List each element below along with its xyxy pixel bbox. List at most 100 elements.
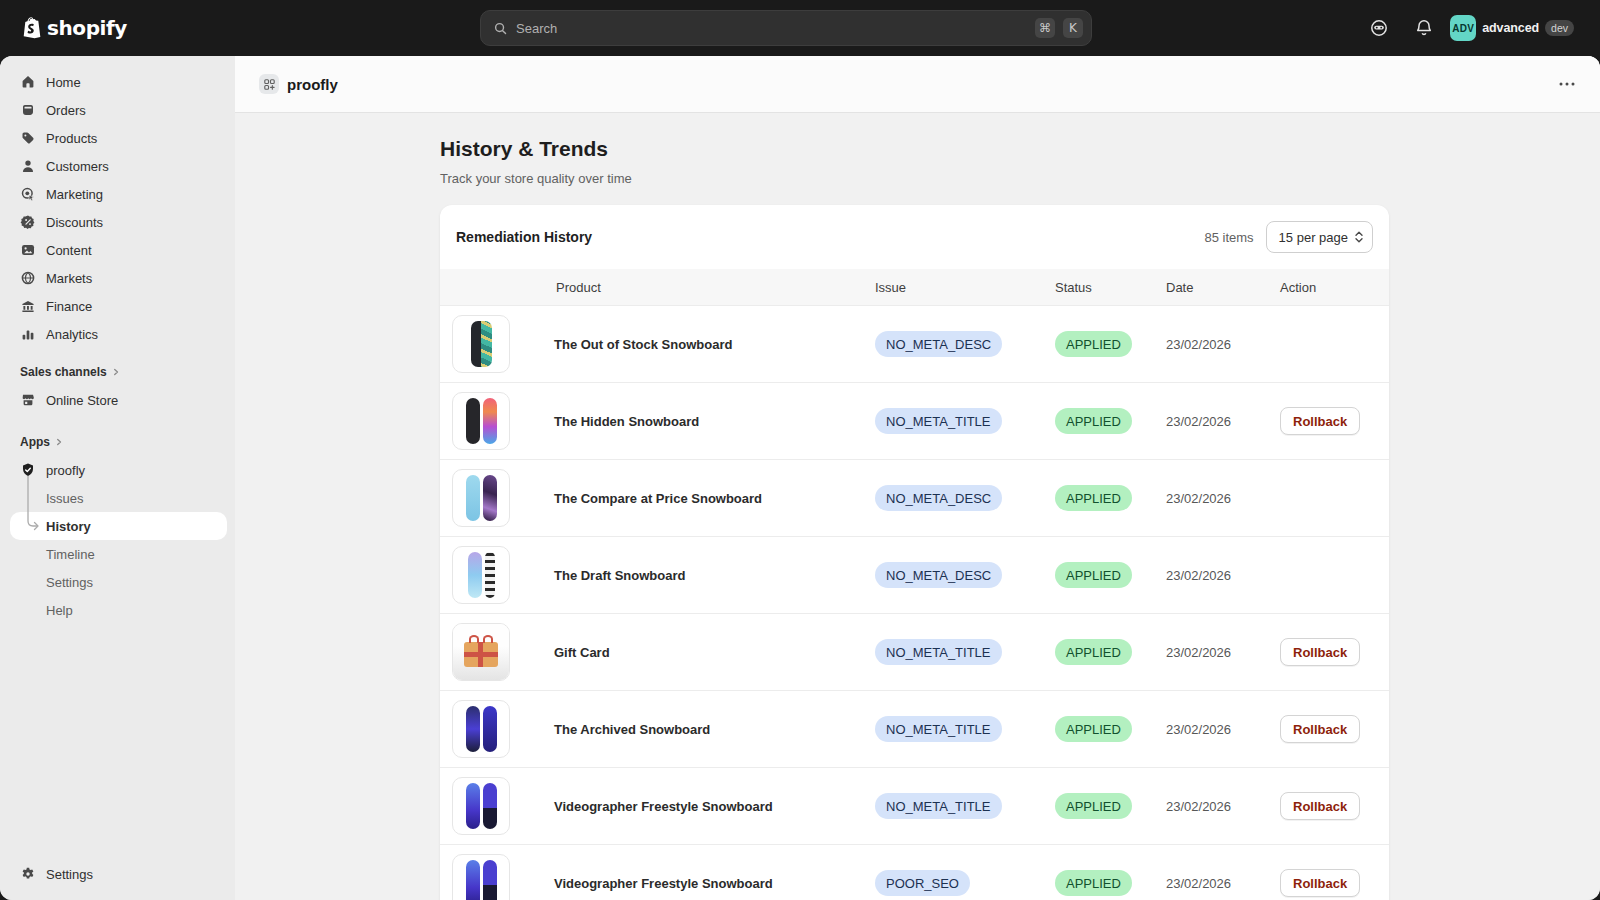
sidebar-item-proofly[interactable]: proofly — [0, 456, 235, 484]
column-header-action: Action — [1280, 280, 1389, 295]
env-badge: dev — [1545, 20, 1574, 36]
issue-badge: NO_META_DESC — [875, 331, 1002, 357]
sidebar-item-label: Analytics — [46, 327, 98, 342]
home-icon — [20, 74, 36, 90]
product-thumbnail — [452, 546, 510, 604]
table-row[interactable]: Gift CardNO_META_TITLEAPPLIED23/02/2026R… — [440, 614, 1389, 691]
status-badge: APPLIED — [1055, 639, 1132, 665]
remediation-date: 23/02/2026 — [1166, 491, 1280, 506]
shopify-bag-icon — [21, 16, 42, 40]
main-area: proofly History & Trends Track your stor… — [235, 56, 1600, 900]
shopify-wordmark: shopify — [47, 16, 127, 40]
sidebar-subitem-help[interactable]: Help — [0, 596, 235, 624]
sidebar-header-sales-channels[interactable]: Sales channels — [0, 358, 235, 386]
table-header: ProductIssueStatusDateAction — [440, 269, 1389, 306]
product-name: The Draft Snowboard — [554, 568, 875, 583]
online-store-label: Online Store — [46, 393, 118, 408]
remediation-date: 23/02/2026 — [1166, 337, 1280, 352]
remediation-date: 23/02/2026 — [1166, 645, 1280, 660]
more-actions-button[interactable] — [1558, 75, 1576, 93]
sidebar-item-content[interactable]: Content — [0, 236, 235, 264]
remediation-date: 23/02/2026 — [1166, 799, 1280, 814]
table-row[interactable]: The Compare at Price SnowboardNO_META_DE… — [440, 460, 1389, 537]
column-header-date: Date — [1166, 280, 1280, 295]
remediation-date: 23/02/2026 — [1166, 568, 1280, 583]
notifications-bell-icon[interactable] — [1414, 18, 1434, 38]
customers-icon — [20, 158, 36, 174]
sidebar-item-products[interactable]: Products — [0, 124, 235, 152]
sidebar-item-marketing[interactable]: Marketing — [0, 180, 235, 208]
product-thumbnail — [452, 623, 510, 681]
product-thumbnail — [452, 469, 510, 527]
rollback-button[interactable]: Rollback — [1280, 715, 1360, 743]
table-row[interactable]: Videographer Freestyle SnowboardNO_META_… — [440, 768, 1389, 845]
table-row[interactable]: The Hidden SnowboardNO_META_TITLEAPPLIED… — [440, 383, 1389, 460]
sidebar-item-markets[interactable]: Markets — [0, 264, 235, 292]
rollback-button[interactable]: Rollback — [1280, 792, 1360, 820]
product-name: Videographer Freestyle Snowboard — [554, 799, 875, 814]
shopify-logo[interactable]: shopify — [21, 16, 127, 40]
sidebar-item-label: Markets — [46, 271, 92, 286]
product-name: The Compare at Price Snowboard — [554, 491, 875, 506]
column-header-status: Status — [1055, 280, 1166, 295]
issue-badge: NO_META_TITLE — [875, 716, 1002, 742]
analytics-icon — [20, 326, 36, 342]
subitem-label: Issues — [46, 491, 84, 506]
chevron-right-icon — [112, 368, 120, 376]
discounts-icon — [20, 214, 36, 230]
rollback-button[interactable]: Rollback — [1280, 407, 1360, 435]
table-row[interactable]: The Archived SnowboardNO_META_TITLEAPPLI… — [440, 691, 1389, 768]
table-row[interactable]: The Out of Stock SnowboardNO_META_DESCAP… — [440, 306, 1389, 383]
subitem-label: Help — [46, 603, 73, 618]
search-input[interactable]: Search ⌘ K — [480, 10, 1092, 46]
product-thumbnail — [452, 854, 510, 900]
sidebar-subitem-timeline[interactable]: Timeline — [0, 540, 235, 568]
product-name: The Out of Stock Snowboard — [554, 337, 875, 352]
subitem-label: History — [46, 519, 91, 534]
app-header: proofly — [235, 56, 1600, 113]
kbd-command: ⌘ — [1035, 18, 1055, 38]
sidebar-item-discounts[interactable]: Discounts — [0, 208, 235, 236]
issue-badge: NO_META_TITLE — [875, 639, 1002, 665]
sidebar-item-settings[interactable]: Settings — [0, 860, 235, 888]
sidebar-item-label: Customers — [46, 159, 109, 174]
sidebar-item-label: Orders — [46, 103, 86, 118]
sidebar-subitem-history[interactable]: History — [10, 512, 227, 540]
sidebar-item-customers[interactable]: Customers — [0, 152, 235, 180]
column-header-product: Product — [556, 280, 875, 295]
sidebar-item-orders[interactable]: Orders — [0, 96, 235, 124]
per-page-select[interactable]: 15 per page — [1266, 221, 1373, 253]
issue-badge: NO_META_TITLE — [875, 793, 1002, 819]
rollback-button[interactable]: Rollback — [1280, 869, 1360, 897]
sidebar-header-apps[interactable]: Apps — [0, 428, 235, 456]
product-name: Videographer Freestyle Snowboard — [554, 876, 875, 891]
table-row[interactable]: The Draft SnowboardNO_META_DESCAPPLIED23… — [440, 537, 1389, 614]
sidebar-item-label: Discounts — [46, 215, 103, 230]
sidebar: Home Orders Products Customers Marketing Disc… — [0, 56, 235, 900]
sidebar-item-home[interactable]: Home — [0, 68, 235, 96]
account-menu[interactable]: ADV advanced dev — [1450, 14, 1574, 42]
table-row[interactable]: Videographer Freestyle SnowboardPOOR_SEO… — [440, 845, 1389, 900]
product-thumbnail — [452, 315, 510, 373]
remediation-date: 23/02/2026 — [1166, 876, 1280, 891]
sidebar-item-label: Marketing — [46, 187, 103, 202]
sidebar-item-label: Finance — [46, 299, 92, 314]
sidekick-button[interactable] — [1369, 18, 1389, 38]
items-count: 85 items — [1204, 230, 1253, 245]
admin-frame: Home Orders Products Customers Marketing Disc… — [0, 56, 1600, 900]
sidebar-item-finance[interactable]: Finance — [0, 292, 235, 320]
product-name: The Archived Snowboard — [554, 722, 875, 737]
select-caret-icon — [1354, 230, 1364, 244]
products-icon — [20, 130, 36, 146]
sidebar-item-analytics[interactable]: Analytics — [0, 320, 235, 348]
chevron-right-icon — [55, 438, 63, 446]
storefront-icon — [20, 392, 36, 408]
sidebar-subitem-settings[interactable]: Settings — [0, 568, 235, 596]
sidebar-subitem-issues[interactable]: Issues — [0, 484, 235, 512]
subitem-label: Timeline — [46, 547, 95, 562]
orders-icon — [20, 102, 36, 118]
sidebar-item-online-store[interactable]: Online Store — [0, 386, 235, 414]
issue-badge: POOR_SEO — [875, 870, 970, 896]
search-placeholder: Search — [516, 21, 1027, 36]
rollback-button[interactable]: Rollback — [1280, 638, 1360, 666]
